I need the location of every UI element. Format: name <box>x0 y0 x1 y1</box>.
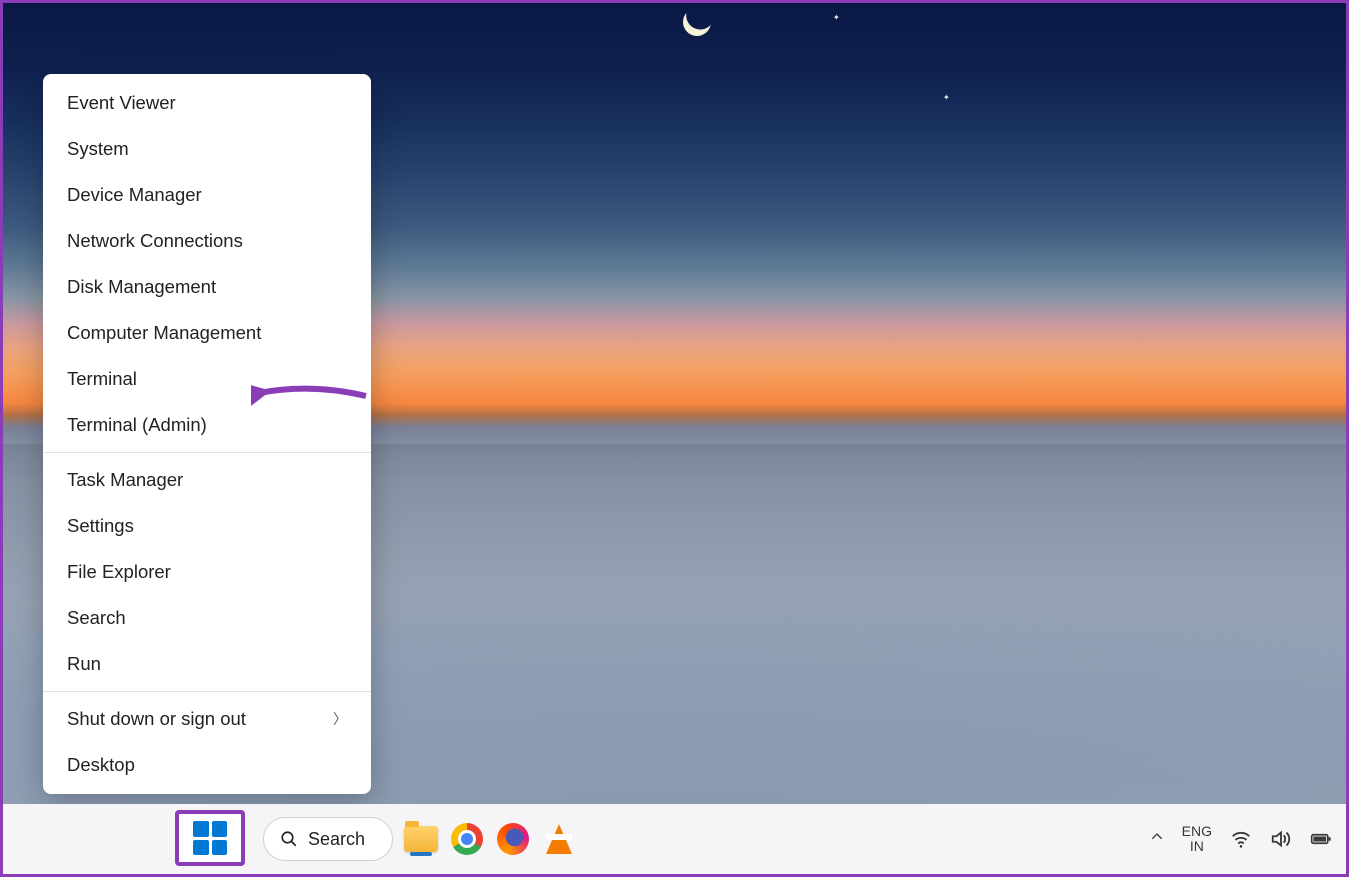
taskbar-search[interactable]: Search <box>263 817 393 861</box>
language-indicator[interactable]: ENG IN <box>1182 824 1212 855</box>
star-decor: ✦ <box>833 13 840 22</box>
taskbar-vlc[interactable] <box>541 821 577 857</box>
menu-item-disk-management[interactable]: Disk Management <box>43 264 371 310</box>
search-label: Search <box>308 829 365 850</box>
menu-separator <box>43 691 371 692</box>
menu-item-task-manager[interactable]: Task Manager <box>43 457 371 503</box>
battery-icon[interactable] <box>1310 828 1332 850</box>
taskbar: Search ENG IN <box>3 804 1346 874</box>
menu-item-run[interactable]: Run <box>43 641 371 687</box>
tray-overflow-button[interactable] <box>1150 830 1164 849</box>
star-decor: ✦ <box>943 93 950 102</box>
menu-item-search[interactable]: Search <box>43 595 371 641</box>
system-tray: ENG IN <box>1150 824 1332 855</box>
wifi-icon[interactable] <box>1230 828 1252 850</box>
menu-item-event-viewer[interactable]: Event Viewer <box>43 80 371 126</box>
taskbar-chrome[interactable] <box>449 821 485 857</box>
chevron-up-icon <box>1150 830 1164 844</box>
menu-item-device-manager[interactable]: Device Manager <box>43 172 371 218</box>
menu-item-system[interactable]: System <box>43 126 371 172</box>
vlc-icon <box>546 824 572 854</box>
chrome-icon <box>451 823 483 855</box>
taskbar-file-explorer[interactable] <box>403 821 439 857</box>
menu-item-terminal-admin[interactable]: Terminal (Admin) <box>43 402 371 448</box>
taskbar-firefox[interactable] <box>495 821 531 857</box>
windows-logo-icon <box>193 821 227 855</box>
menu-item-computer-management[interactable]: Computer Management <box>43 310 371 356</box>
menu-item-terminal[interactable]: Terminal <box>43 356 371 402</box>
firefox-icon <box>497 823 529 855</box>
menu-item-settings[interactable]: Settings <box>43 503 371 549</box>
start-button[interactable] <box>175 810 245 866</box>
menu-item-network-connections[interactable]: Network Connections <box>43 218 371 264</box>
folder-icon <box>404 826 438 852</box>
menu-separator <box>43 452 371 453</box>
moon-decor <box>678 3 716 41</box>
winx-context-menu: Event Viewer System Device Manager Netwo… <box>43 74 371 794</box>
menu-item-file-explorer[interactable]: File Explorer <box>43 549 371 595</box>
menu-item-shutdown[interactable]: Shut down or sign out 〉 <box>43 696 371 742</box>
chevron-right-icon: 〉 <box>333 709 347 729</box>
search-icon <box>280 830 298 848</box>
menu-item-desktop[interactable]: Desktop <box>43 742 371 788</box>
volume-icon[interactable] <box>1270 828 1292 850</box>
